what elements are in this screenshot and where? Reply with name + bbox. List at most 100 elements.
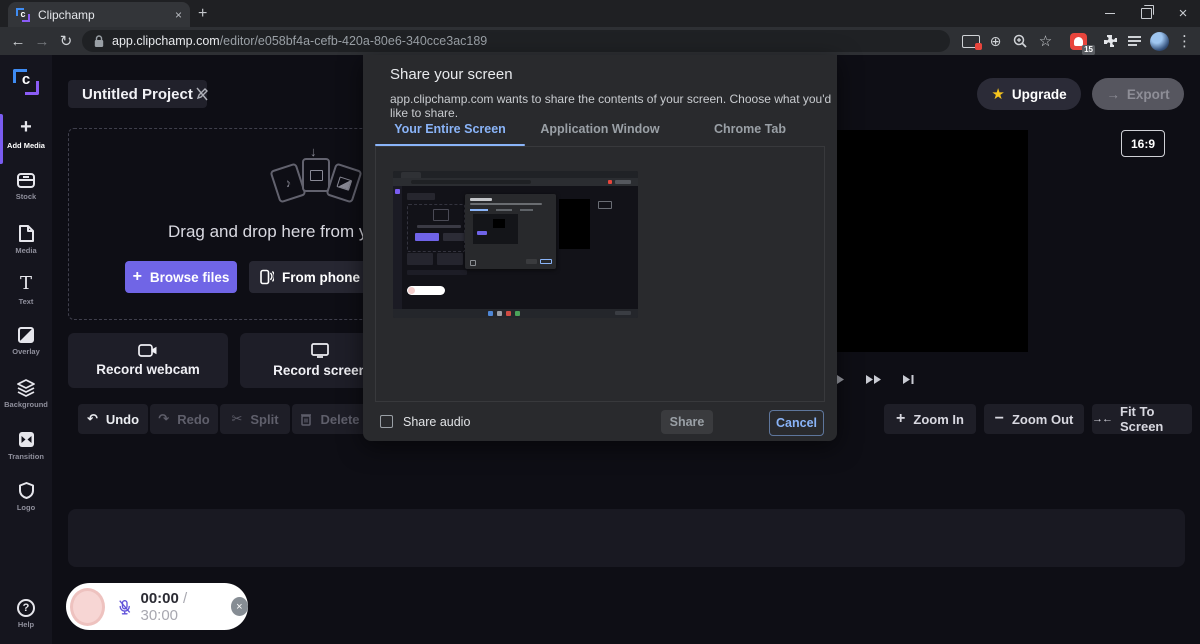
sidebar-item-text[interactable]: T Text [0,275,52,307]
thumbnail-detail [526,259,537,264]
reload-icon[interactable]: ↻ [54,32,78,50]
export-button[interactable]: → Export [1092,78,1184,110]
sidebar-item-stock[interactable]: Stock [0,172,52,201]
thumbnail-detail [520,209,533,211]
thumbnail-detail [411,180,531,184]
stock-box-icon [17,173,35,188]
zoom-out-button[interactable]: − Zoom Out [984,404,1084,434]
sidebar-item-overlay[interactable]: Overlay [0,326,52,356]
share-button[interactable]: Share [661,410,713,434]
clipchamp-favicon: c [16,7,30,22]
upgrade-button[interactable]: ★ Upgrade [977,78,1081,110]
thumbnail-detail [497,311,502,316]
mic-muted-icon[interactable] [117,598,132,616]
back-icon[interactable]: ← [6,33,30,50]
extensions-puzzle-icon[interactable] [1097,33,1122,49]
thumbnail-detail [598,201,612,209]
bookmark-star-icon[interactable]: ☆ [1033,32,1058,50]
window-close-icon[interactable]: × [1166,0,1200,27]
profile-avatar[interactable] [1147,31,1172,51]
new-tab-icon[interactable]: + [198,5,207,23]
thumbnail-detail [443,233,467,241]
sidebar-item-background[interactable]: Background [0,378,52,409]
thumbnail-detail [608,180,612,184]
skip-to-end-icon[interactable] [902,374,914,385]
sidebar-item-media[interactable]: Media [0,224,52,255]
phone-icon [260,269,274,285]
thumbnail-detail [417,225,461,228]
trash-icon [301,414,312,426]
browser-frame: c Clipchamp × + × [0,0,1200,27]
image-card-icon [325,162,363,204]
clipchamp-logo: c [13,69,39,95]
share-audio-checkbox[interactable] [380,415,393,428]
background-layers-icon [17,379,35,397]
fit-arrows-icon: →← [1092,413,1113,425]
thumbnail-detail [408,287,415,294]
playback-controls [836,370,914,388]
record-webcam-button[interactable]: Record webcam [68,333,228,388]
from-phone-button[interactable]: From phone [249,261,371,293]
tab-chrome-tab[interactable]: Chrome Tab [675,112,825,146]
thumbnail-detail [496,209,512,211]
fast-forward-icon[interactable] [865,374,882,385]
browser-tab[interactable]: c Clipchamp × [8,2,190,27]
overlay-icon [18,327,34,343]
aspect-ratio-badge[interactable]: 16:9 [1121,130,1165,157]
media-file-icon [18,225,34,242]
screen-preview-thumbnail[interactable] [393,171,638,318]
undo-button[interactable]: ↶ Undo [78,404,148,434]
undo-icon: ↶ [86,411,98,426]
sidebar-item-logo[interactable]: Logo [0,481,52,512]
split-button[interactable]: ✂ Split [220,404,290,434]
sidebar-item-help[interactable]: ? Help [0,598,52,629]
tab-your-entire-screen[interactable]: Your Entire Screen [375,112,525,146]
browser-menu-icon[interactable]: ⋮ [1172,32,1197,50]
zoom-in-button[interactable]: + Zoom In [884,404,976,434]
thumbnail-detail [433,209,449,221]
recorder-close-button[interactable]: × [230,597,249,616]
window-restore-icon[interactable] [1129,0,1163,27]
url-domain: app.clipchamp.com [112,34,220,48]
forward-icon[interactable]: → [30,33,54,50]
page-zoom-icon[interactable] [1008,34,1033,49]
playlist-extension-icon[interactable] [1122,35,1147,47]
project-title: Untitled Project [82,85,193,103]
sidebar-item-transition[interactable]: Transition [0,430,52,461]
fit-to-screen-button[interactable]: →← Fit To Screen [1092,404,1192,434]
timeline-track[interactable] [68,509,1185,567]
address-bar[interactable]: app.clipchamp.com/editor/e058bf4a-cefb-4… [82,30,950,52]
media-cards-icon: ↓ ♪ [269,144,363,214]
zoom-out-icon: − [994,410,1004,427]
thumbnail-detail [559,199,590,249]
help-icon: ? [17,599,35,617]
thumbnail-detail [437,253,463,265]
tab-close-icon[interactable]: × [175,8,182,22]
zoom-install-icon[interactable]: ⊕ [983,33,1008,50]
lock-icon [94,34,104,47]
thumbnail-detail [477,231,487,235]
recorder-time: 00:00 / 30:00 [140,589,188,624]
screen-share-indicator-icon[interactable] [958,34,983,50]
window-minimize-icon[interactable] [1093,0,1127,27]
browse-files-button[interactable]: + Browse files [125,261,237,293]
play-partial-icon[interactable] [836,374,845,385]
music-card-icon: ♪ [269,162,307,204]
delete-button[interactable]: Delete [292,404,368,434]
thumbnail-detail [615,180,631,184]
record-button[interactable] [70,587,106,626]
tab-application-window[interactable]: Application Window [525,112,675,146]
dropzone-text: Drag and drop here from your [168,222,392,241]
project-title-box[interactable]: Untitled Project [68,80,207,108]
cancel-button[interactable]: Cancel [769,410,824,436]
add-media-plus-icon: + [20,116,32,138]
screen: c Clipchamp × + × ← → ↻ app.clipchamp.co… [0,0,1200,644]
redo-icon: ↷ [158,411,170,426]
dialog-footer: Share audio Share Cancel [363,402,837,441]
thumbnail-detail [615,311,631,315]
sidebar-item-add-media[interactable]: + Add Media [0,116,52,150]
redo-button[interactable]: ↷ Redo [150,404,218,434]
adblock-extension-icon[interactable]: 15 [1066,32,1095,55]
tab-title: Clipchamp [38,7,95,22]
transition-icon [18,432,34,447]
